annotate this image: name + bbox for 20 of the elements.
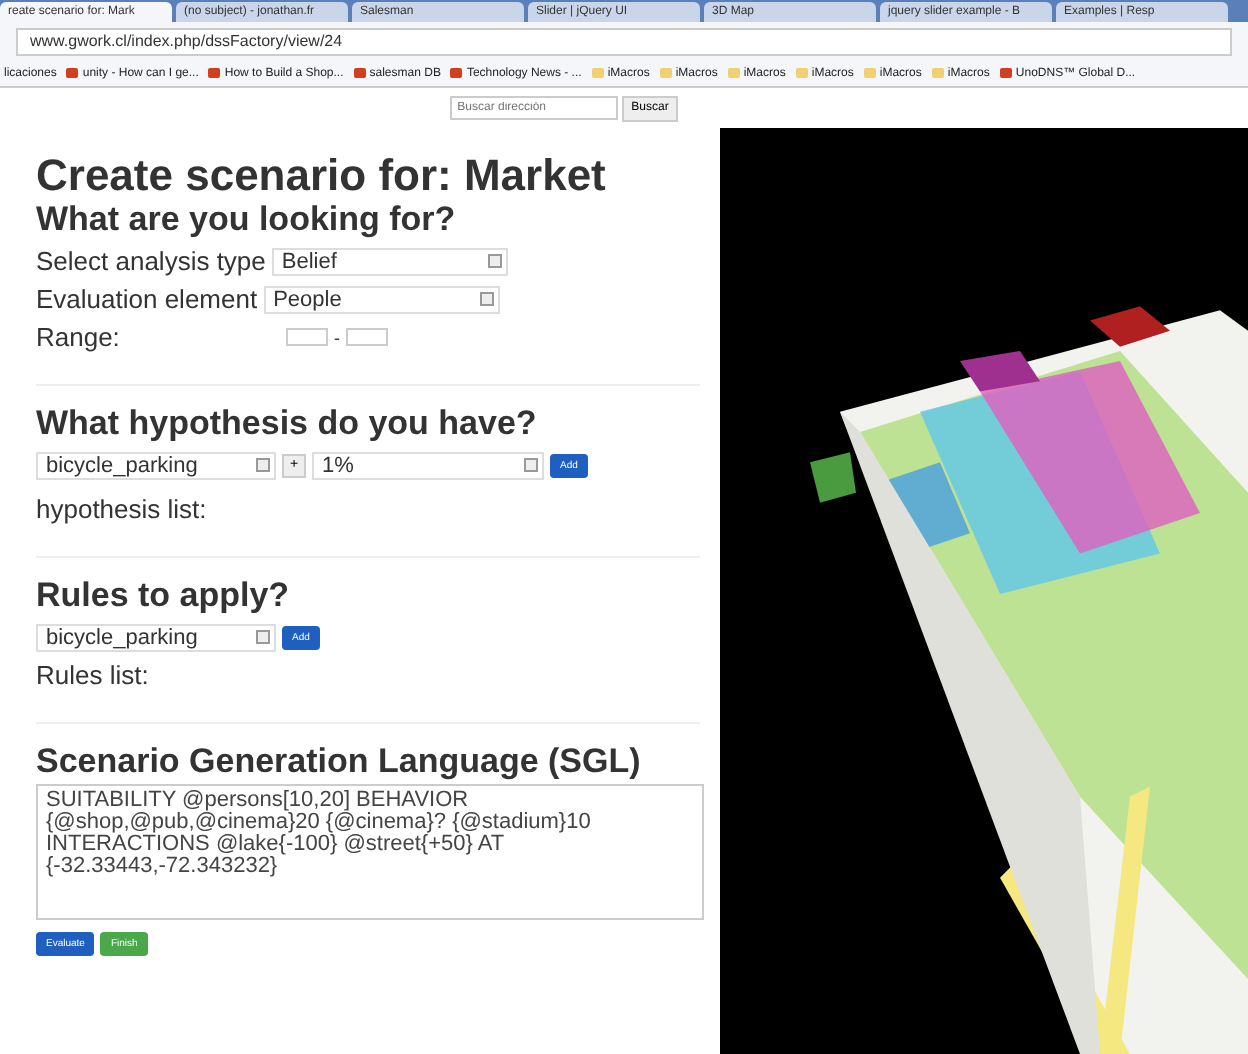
section-heading: Scenario Generation Language (SGL): [36, 742, 643, 782]
sgl-text-area[interactable]: SUITABILITY @persons[10,20] BEHAVIOR {@shop,@pub,@cinema}20 {@cinema}? {@stadium}10 INTERACTIONS @lake{-100} @street{+50} AT {-32.33443,-72.343232}: [36, 784, 704, 920]
address-bar[interactable]: www.gwork.cl/index.php/dssFactory/view/24: [16, 27, 1232, 55]
field-label: Evaluation element: [36, 284, 258, 314]
list-label: Rules list:: [36, 660, 149, 690]
rule-select[interactable]: bicycle_parking: [36, 623, 276, 651]
section-heading: Rules to apply?: [36, 576, 292, 616]
range-min-field[interactable]: [286, 328, 328, 346]
field-label: Range:: [36, 322, 122, 352]
section-heading: What are you looking for?: [36, 200, 458, 240]
hypothesis-select[interactable]: bicycle_parking: [36, 451, 276, 479]
amount-select[interactable]: 1%: [312, 451, 544, 479]
analysis-type-select[interactable]: Belief: [271, 247, 508, 275]
page-title: Create scenario for: Market: [36, 152, 608, 200]
section-heading: What hypothesis do you have?: [36, 404, 539, 444]
range-separator: -: [334, 327, 340, 347]
range-max-field[interactable]: [346, 328, 388, 346]
field-label: Select analysis type: [36, 246, 266, 276]
list-label: hypothesis list:: [36, 494, 207, 524]
evaluation-element-select[interactable]: People: [263, 285, 500, 313]
